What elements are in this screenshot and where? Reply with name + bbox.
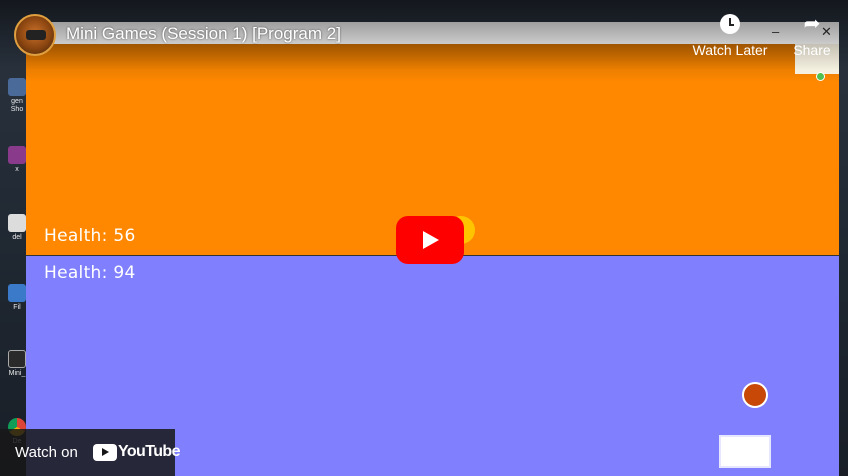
- watch-on-youtube-button[interactable]: Watch on YouTube: [0, 429, 180, 476]
- race-car-icon: [26, 30, 46, 40]
- channel-avatar[interactable]: [14, 14, 56, 56]
- desktop-winrar-icon[interactable]: x: [6, 146, 28, 174]
- bottom-health-label: Health: 94: [44, 263, 136, 283]
- desktop-icon-label: Fil: [13, 304, 21, 311]
- document-icon: [8, 214, 26, 232]
- winrar-icon: [8, 146, 26, 164]
- video-title[interactable]: Mini Games (Session 1) [Program 2]: [66, 24, 341, 44]
- clock-icon: [720, 14, 740, 34]
- play-icon: [423, 231, 439, 249]
- desktop-file-icon[interactable]: Fil: [6, 284, 28, 312]
- file-icon: [8, 284, 26, 302]
- share-button[interactable]: ➦ Share: [790, 12, 834, 58]
- desktop-game-icon[interactable]: Mini_: [6, 350, 28, 378]
- desktop-shortcut-icon[interactable]: gen Sho: [6, 78, 28, 114]
- shortcut-icon: [8, 78, 26, 96]
- desktop-document-icon[interactable]: del: [6, 214, 28, 242]
- desktop-icon-label: Mini_: [8, 370, 26, 377]
- youtube-play-icon: [93, 444, 117, 461]
- game-icon: [8, 350, 26, 368]
- top-marker: [816, 72, 825, 81]
- share-icon: ➦: [803, 13, 821, 35]
- desktop-icon-label: x: [15, 166, 19, 173]
- play-button[interactable]: [396, 216, 464, 264]
- bottom-paddle: [719, 435, 771, 468]
- screen: gen Sho x del Fil Mini_ De – ✕: [0, 0, 848, 476]
- watch-on-label: Watch on: [15, 444, 78, 461]
- youtube-wordmark: YouTube: [118, 443, 180, 460]
- top-health-label: Health: 56: [44, 226, 136, 246]
- desktop-icon-label: gen Sho: [10, 98, 24, 113]
- share-label: Share: [793, 42, 831, 58]
- bottom-player-ball: [742, 382, 768, 408]
- desktop-icon-label: del: [12, 234, 22, 241]
- watch-later-button[interactable]: Watch Later: [690, 12, 770, 58]
- watch-later-label: Watch Later: [692, 42, 768, 58]
